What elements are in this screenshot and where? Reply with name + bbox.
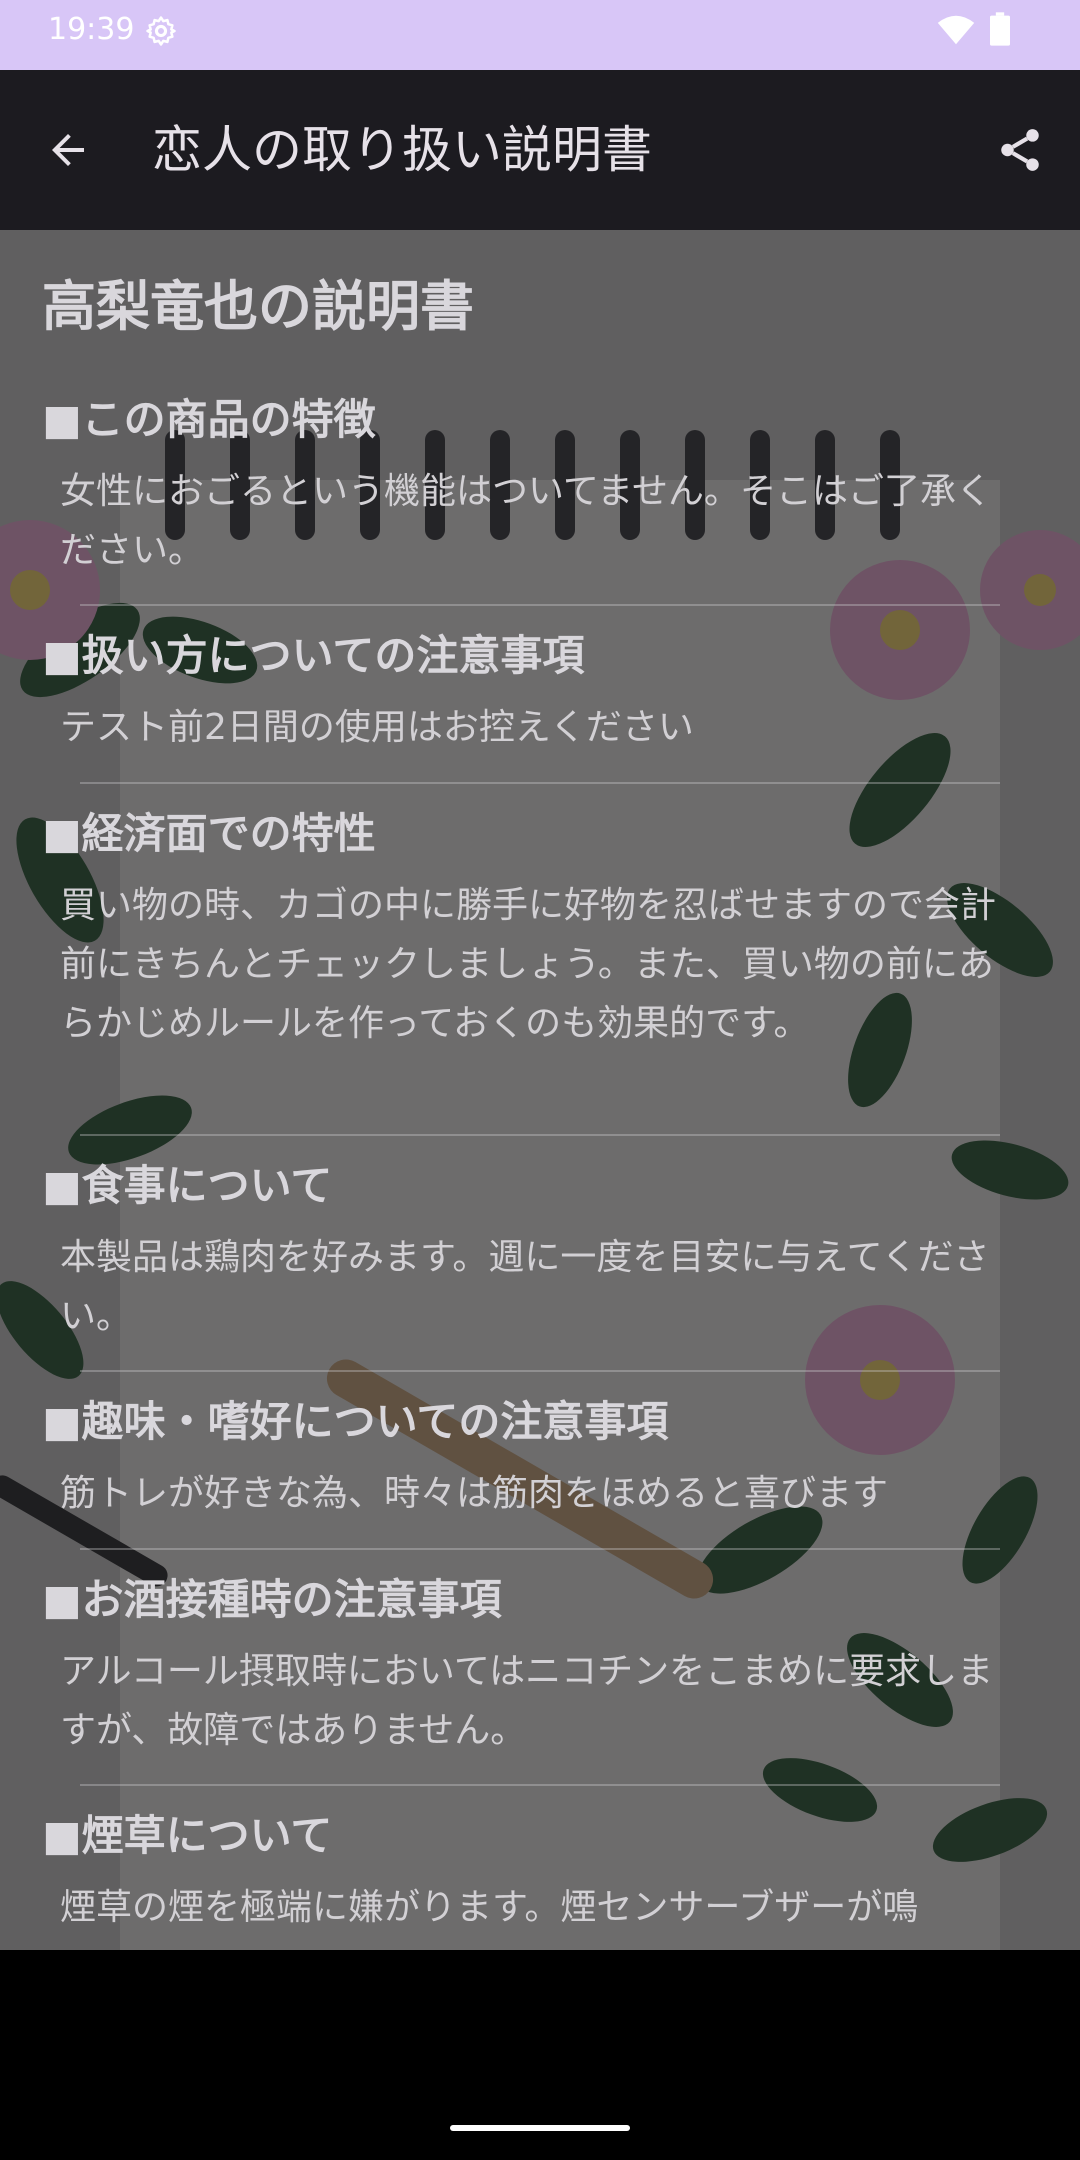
status-time: 19:39 xyxy=(48,12,135,47)
section-heading: ■お酒接種時の注意事項 xyxy=(42,1575,502,1624)
section-heading: ■この商品の特徴 xyxy=(42,395,376,444)
section-heading: ■扱い方についての注意事項 xyxy=(42,631,585,680)
divider xyxy=(80,1134,1000,1136)
share-icon xyxy=(1001,129,1039,171)
manual-scroll-body[interactable]: 高梨竜也の説明書 ■この商品の特徴 女性におごるという機能はついてません。そこは… xyxy=(0,230,1080,1950)
share-button[interactable] xyxy=(980,110,1060,190)
section-body: 買い物の時、カゴの中に勝手に好物を忍ばせますので会計前にきちんとチェックしましょ… xyxy=(60,885,997,1044)
divider xyxy=(80,604,1000,606)
divider xyxy=(80,1784,1000,1786)
section-body: 本製品は鶏肉を好みます。週に一度を目安に与えてください。 xyxy=(60,1237,990,1337)
section-heading: ■煙草について xyxy=(42,1811,333,1860)
wifi-icon xyxy=(937,15,975,45)
divider xyxy=(80,782,1000,784)
section-heading: ■経済面での特性 xyxy=(42,809,376,858)
divider xyxy=(80,1548,1000,1550)
app-bar: 恋人の取り扱い説明書 xyxy=(0,70,1080,230)
section-heading: ■趣味・嗜好についての注意事項 xyxy=(42,1397,669,1446)
status-bar: 19:39 xyxy=(0,0,1080,70)
arrow-left-icon xyxy=(52,134,84,166)
section-heading: ■食事について xyxy=(42,1161,333,1210)
content-area[interactable]: 高梨竜也の説明書 ■この商品の特徴 女性におごるという機能はついてません。そこは… xyxy=(0,230,1080,1950)
battery-icon xyxy=(990,12,1010,46)
home-indicator[interactable] xyxy=(450,2125,630,2131)
back-button[interactable] xyxy=(28,110,108,190)
section-body: 筋トレが好きな為、時々は筋肉をほめると喜びます xyxy=(60,1473,889,1514)
gear-icon xyxy=(146,16,176,46)
page-title: 高梨竜也の説明書 xyxy=(42,275,474,338)
section-body: テスト前2日間の使用はお控えください xyxy=(60,707,694,748)
section-body: アルコール摂取時においてはニコチンをこまめに要求しますが、故障ではありません。 xyxy=(60,1651,994,1751)
divider xyxy=(80,1370,1000,1372)
section-body: 女性におごるという機能はついてません。そこはご了承ください。 xyxy=(60,471,993,571)
section-body: 煙草の煙を極端に嫌がります。煙センサーブザーが鳴 xyxy=(60,1887,919,1928)
app-title: 恋人の取り扱い説明書 xyxy=(152,121,652,179)
